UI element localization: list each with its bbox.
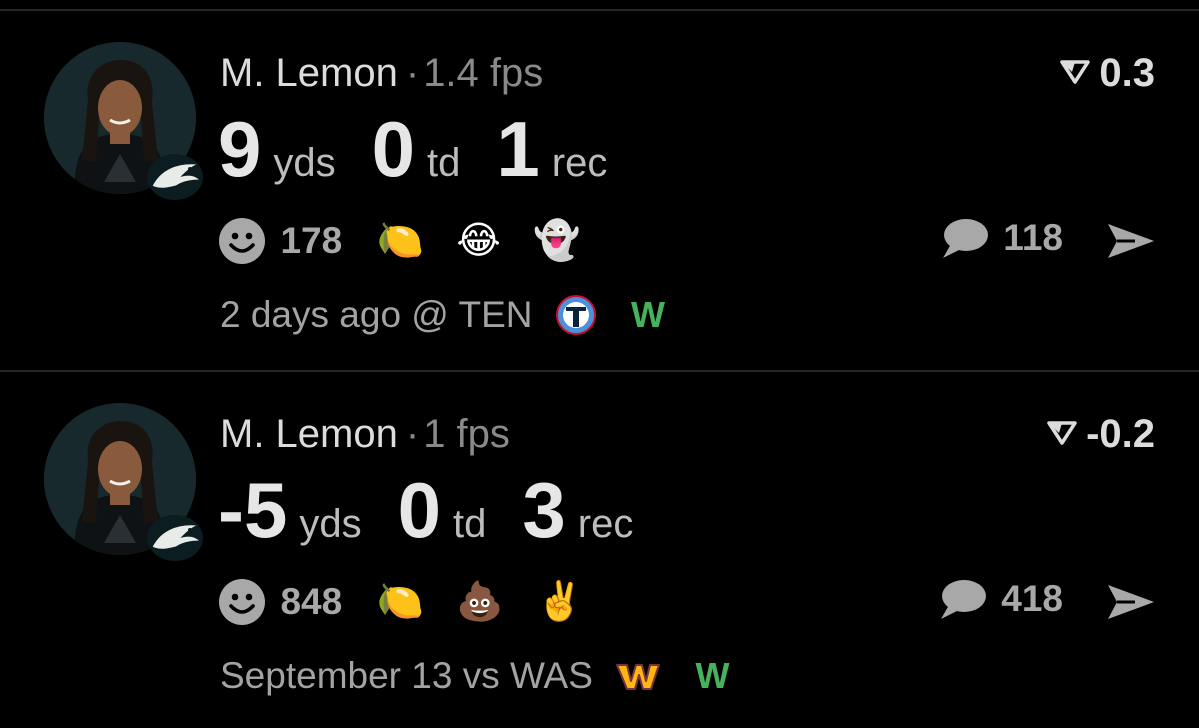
game-date: September 13 vs WAS [220, 655, 593, 697]
comment-button[interactable]: 418 [937, 577, 1063, 627]
game-info[interactable]: September 13 vs WAS W [220, 651, 729, 697]
lemon-emoji[interactable]: 🍋 [377, 577, 424, 627]
td-value: 0 [371, 105, 416, 193]
title-row: M. Lemon · 1 fps [220, 412, 510, 456]
reaction-count: 848 [280, 581, 343, 622]
reaction-bar: 178 🍋 😂 👻 [218, 216, 609, 266]
eagles-logo-icon [147, 154, 203, 200]
smiley-icon[interactable] [218, 578, 266, 626]
rec-unit: rec [577, 502, 634, 546]
comment-count: 118 [1003, 217, 1063, 258]
game-info[interactable]: 2 days ago @ TEN W [220, 290, 665, 336]
td-value: 0 [397, 466, 441, 554]
yards-unit: yds [299, 502, 362, 546]
comment-count: 418 [1001, 578, 1063, 619]
send-arrow-icon[interactable] [1105, 221, 1157, 261]
title-row: M. Lemon · 1.4 fps [220, 51, 544, 95]
poop-emoji[interactable]: 💩 [456, 577, 503, 627]
reaction-count: 178 [280, 220, 343, 261]
yards-value: -5 [218, 466, 288, 554]
stat-line: -5 yds 0 td 3 rec [218, 465, 669, 555]
comment-button[interactable]: 118 [939, 216, 1063, 266]
yards-unit: yds [273, 141, 336, 185]
score-number: -0.2 [1086, 412, 1155, 456]
commanders-logo-icon [616, 664, 661, 691]
funnel-triangle-icon [1047, 421, 1077, 446]
card-divider [0, 370, 1199, 372]
chat-bubble-icon [940, 580, 986, 619]
ghost-emoji[interactable]: 👻 [533, 216, 580, 266]
td-unit: td [427, 141, 461, 185]
funnel-triangle-icon [1060, 60, 1091, 85]
fantasy-points: 1 fps [423, 412, 510, 456]
rec-value: 3 [522, 466, 566, 554]
top-divider [0, 9, 1199, 11]
chat-bubble-icon [942, 219, 988, 258]
game-card[interactable]: M. Lemon · 1 fps -0.2 -5 yds 0 td 3 rec 848 🍋 💩… [0, 373, 1199, 728]
yards-value: 9 [218, 105, 262, 193]
fantasy-points: 1.4 fps [423, 51, 544, 95]
player-name[interactable]: M. Lemon [220, 412, 398, 456]
game-date: 2 days ago @ TEN [220, 294, 533, 336]
player-name[interactable]: M. Lemon [220, 51, 398, 95]
peace-emoji[interactable]: ✌️ [536, 577, 583, 627]
eagles-logo-icon [147, 515, 203, 561]
td-unit: td [453, 502, 487, 546]
stat-line: 9 yds 0 td 1 rec [218, 104, 643, 194]
reaction-bar: 848 🍋 💩 ✌️ [218, 577, 612, 627]
send-arrow-icon[interactable] [1105, 582, 1157, 622]
rec-value: 1 [496, 105, 540, 193]
game-card[interactable]: M. Lemon · 1.4 fps 0.3 9 yds 0 td 1 rec 178 🍋 😂… [0, 12, 1199, 367]
smiley-icon[interactable] [218, 217, 266, 265]
win-indicator: W [695, 655, 730, 697]
score-number: 0.3 [1099, 51, 1155, 95]
rec-unit: rec [551, 141, 608, 185]
win-indicator: W [631, 294, 666, 336]
lemon-emoji[interactable]: 🍋 [377, 216, 424, 266]
score-value[interactable]: 0.3 [1059, 50, 1155, 96]
score-value[interactable]: -0.2 [1046, 411, 1155, 457]
laughing-emoji[interactable]: 😂 [456, 216, 500, 266]
titans-logo-icon [555, 295, 596, 336]
